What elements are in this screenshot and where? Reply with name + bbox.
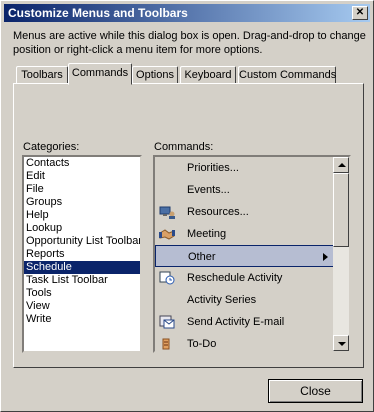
handshake-icon: [159, 227, 175, 241]
todo-icon: [159, 337, 175, 351]
arrow-down-icon: [338, 342, 346, 346]
scroll-thumb[interactable]: [333, 173, 349, 247]
close-icon[interactable]: ✕: [352, 6, 368, 20]
command-label: Resources...: [187, 206, 249, 218]
commands-list[interactable]: Priorities... Events... Resources... Mee…: [153, 155, 351, 353]
category-item[interactable]: Task List Toolbar: [24, 274, 140, 287]
command-item-reschedule[interactable]: Reschedule Activity: [155, 267, 335, 289]
command-item-todo[interactable]: To-Do: [155, 333, 335, 351]
customize-dialog: Customize Menus and Toolbars ✕ Menus are…: [0, 0, 374, 412]
command-label: Send Activity E-mail: [187, 316, 285, 328]
command-item-events[interactable]: Events...: [155, 179, 335, 201]
commands-label: Commands:: [154, 141, 214, 153]
description-text: Menus are active while this dialog box i…: [13, 30, 366, 56]
category-item[interactable]: Opportunity List Toolbar: [24, 235, 140, 248]
tab-keyboard[interactable]: Keyboard: [180, 66, 236, 84]
category-item[interactable]: Tools: [24, 287, 140, 300]
category-item[interactable]: View: [24, 300, 140, 313]
command-label: Reschedule Activity: [187, 272, 283, 284]
command-item-resources[interactable]: Resources...: [155, 201, 335, 223]
tab-custom-commands[interactable]: Custom Commands: [238, 66, 336, 84]
tab-commands[interactable]: Commands: [68, 63, 132, 85]
category-item[interactable]: Help: [24, 209, 140, 222]
close-button[interactable]: Close: [268, 379, 363, 403]
category-item[interactable]: File: [24, 183, 140, 196]
categories-label: Categories:: [23, 141, 80, 153]
category-item[interactable]: Groups: [24, 196, 140, 209]
reschedule-icon: [159, 271, 175, 285]
scroll-down-button[interactable]: [333, 335, 349, 351]
arrow-up-icon: [338, 163, 346, 167]
command-label: Meeting: [187, 228, 227, 240]
title-bar[interactable]: Customize Menus and Toolbars ✕: [4, 4, 370, 22]
category-item[interactable]: Contacts: [24, 157, 140, 170]
command-label: Other: [188, 251, 216, 263]
category-item[interactable]: Edit: [24, 170, 140, 183]
category-item[interactable]: Lookup: [24, 222, 140, 235]
command-item-priorities[interactable]: Priorities...: [155, 157, 335, 179]
command-item-other[interactable]: Other: [155, 245, 335, 267]
window-title: Customize Menus and Toolbars: [8, 6, 188, 20]
submenu-arrow-icon: [323, 253, 328, 261]
command-item-send-email[interactable]: Send Activity E-mail: [155, 311, 335, 333]
command-label: Activity Series: [187, 294, 257, 306]
category-item-selected[interactable]: Schedule: [24, 261, 140, 274]
tab-options[interactable]: Options: [132, 66, 178, 84]
category-item[interactable]: Write: [24, 313, 140, 326]
command-item-meeting[interactable]: Meeting: [155, 223, 335, 245]
command-item-activity-series[interactable]: Activity Series: [155, 289, 335, 311]
command-label: Events...: [187, 184, 230, 196]
email-icon: [159, 315, 175, 329]
commands-scrollbar[interactable]: [333, 157, 349, 351]
category-item[interactable]: Reports: [24, 248, 140, 261]
command-label: To-Do: [187, 338, 217, 350]
tab-toolbars[interactable]: Toolbars: [16, 66, 68, 84]
categories-list[interactable]: Contacts Edit File Groups Help Lookup Op…: [22, 155, 142, 353]
resources-icon: [159, 205, 175, 219]
scroll-up-button[interactable]: [333, 157, 349, 173]
command-label: Priorities...: [187, 162, 239, 174]
